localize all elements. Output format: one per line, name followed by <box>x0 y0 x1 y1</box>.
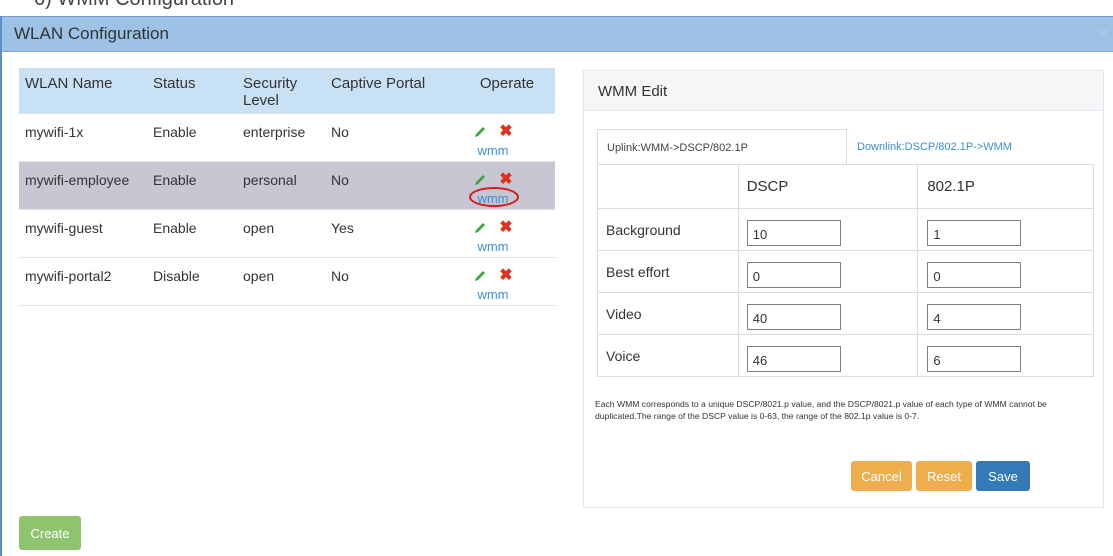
table-header-row: WLAN Name Status Security Level Captive … <box>19 68 555 113</box>
8021p-input-video[interactable] <box>927 303 1022 330</box>
wlan-name-cell: mywifi-1x <box>19 112 147 161</box>
wmm-edit-title: WMM Edit <box>598 83 668 100</box>
table-row: Voice <box>597 334 1094 377</box>
operate-cell: ✖ wmm <box>459 208 555 257</box>
dscp-input-best-effort[interactable] <box>746 261 841 288</box>
pencil-icon[interactable] <box>473 221 487 235</box>
delete-x-icon[interactable]: ✖ <box>499 267 512 283</box>
pencil-icon[interactable] <box>473 125 487 139</box>
8021p-cell <box>917 208 1094 251</box>
wmm-link[interactable]: wmm <box>477 287 508 302</box>
delete-x-icon[interactable]: ✖ <box>499 171 512 187</box>
pencil-icon[interactable] <box>473 269 487 283</box>
delete-x-icon[interactable]: ✖ <box>499 123 512 139</box>
pencil-icon[interactable] <box>473 173 487 187</box>
dscp-cell <box>737 292 919 335</box>
8021p-cell <box>917 250 1094 293</box>
wmm-link[interactable]: wmm <box>469 186 520 207</box>
captive-portal-cell: No <box>325 112 459 161</box>
table-row[interactable]: mywifi-guest Enable open Yes ✖ wmm <box>19 208 555 257</box>
table-row[interactable]: mywifi-1x Enable enterprise No ✖ wmm <box>19 112 555 161</box>
wlan-table: WLAN Name Status Security Level Captive … <box>19 68 555 306</box>
8021p-input-background[interactable] <box>927 219 1022 246</box>
captive-portal-cell: No <box>325 256 459 306</box>
dscp-cell <box>737 208 919 251</box>
status-cell: Enable <box>147 112 237 161</box>
save-button[interactable]: Save <box>976 461 1030 491</box>
status-cell: Enable <box>147 208 237 257</box>
wmm-link[interactable]: wmm <box>477 143 508 158</box>
operate-cell: ✖ wmm <box>459 112 555 161</box>
column-header-security-level: Security Level <box>237 68 325 113</box>
wmm-link[interactable]: wmm <box>477 239 508 254</box>
captive-portal-cell: No <box>325 160 459 209</box>
operate-cell: ✖ wmm <box>459 160 555 209</box>
dscp-cell <box>737 334 919 377</box>
8021p-cell <box>917 292 1094 335</box>
dialog-title: WLAN Configuration <box>14 24 169 43</box>
table-row: Best effort <box>597 250 1094 293</box>
wlan-name-cell: mywifi-employee <box>19 160 147 209</box>
dscp-input-video[interactable] <box>746 303 841 330</box>
dscp-input-background[interactable] <box>746 219 841 246</box>
captive-portal-cell: Yes <box>325 208 459 257</box>
create-button[interactable]: Create <box>19 516 81 550</box>
wmm-edit-header: WMM Edit <box>584 71 1103 111</box>
highlight-circle <box>469 186 520 207</box>
tab-uplink[interactable]: Uplink:WMM->DSCP/802.1P <box>597 129 847 165</box>
wmm-note: Each WMM corresponds to a unique DSCP/80… <box>595 399 1047 421</box>
table-row[interactable]: mywifi-employee Enable personal No ✖ wmm <box>19 160 555 209</box>
close-icon[interactable]: × <box>1098 23 1109 44</box>
8021p-input-voice[interactable] <box>927 345 1022 372</box>
caption-text: 6) WMM Configuration <box>34 0 234 11</box>
column-header-wlan-name: WLAN Name <box>19 68 147 113</box>
wmm-class-label: Voice <box>597 334 739 377</box>
column-header-captive-portal: Captive Portal <box>325 68 459 113</box>
column-header-status: Status <box>147 68 237 113</box>
wmm-mapping-table: DSCP 802.1P Background Best effort Video… <box>597 164 1094 377</box>
status-cell: Enable <box>147 160 237 209</box>
table-row: Video <box>597 292 1094 335</box>
8021p-cell <box>917 334 1094 377</box>
mapping-header-empty <box>597 164 739 209</box>
cancel-button[interactable]: Cancel <box>851 461 912 491</box>
security-level-cell: open <box>237 256 325 306</box>
direction-tabs: Uplink:WMM->DSCP/802.1P Downlink:DSCP/80… <box>597 129 1094 165</box>
status-cell: Disable <box>147 256 237 306</box>
column-header-dscp: DSCP <box>737 164 919 209</box>
wmm-class-label: Video <box>597 292 739 335</box>
wlan-name-cell: mywifi-portal2 <box>19 256 147 306</box>
wmm-edit-panel: WMM Edit Uplink:WMM->DSCP/802.1P Downlin… <box>583 70 1104 508</box>
tab-downlink[interactable]: Downlink:DSCP/802.1P->WMM <box>847 129 1067 164</box>
wlan-name-cell: mywifi-guest <box>19 208 147 257</box>
security-level-cell: personal <box>237 160 325 209</box>
security-level-cell: enterprise <box>237 112 325 161</box>
table-row[interactable]: mywifi-portal2 Disable open No ✖ wmm <box>19 256 555 306</box>
delete-x-icon[interactable]: ✖ <box>499 219 512 235</box>
security-level-cell: open <box>237 208 325 257</box>
8021p-input-best-effort[interactable] <box>927 261 1022 288</box>
dialog-header: WLAN Configuration × <box>2 16 1113 52</box>
wmm-class-label: Background <box>597 208 739 251</box>
column-header-8021p: 802.1P <box>917 164 1094 209</box>
dscp-cell <box>737 250 919 293</box>
dscp-input-voice[interactable] <box>746 345 841 372</box>
table-row: Background <box>597 208 1094 251</box>
operate-cell: ✖ wmm <box>459 256 555 306</box>
wlan-configuration-dialog: WLAN Configuration × WLAN Name Status Se… <box>0 16 1113 556</box>
mapping-header-row: DSCP 802.1P <box>597 164 1094 209</box>
wmm-class-label: Best effort <box>597 250 739 293</box>
reset-button[interactable]: Reset <box>916 461 972 491</box>
column-header-operate: Operate <box>459 68 555 113</box>
